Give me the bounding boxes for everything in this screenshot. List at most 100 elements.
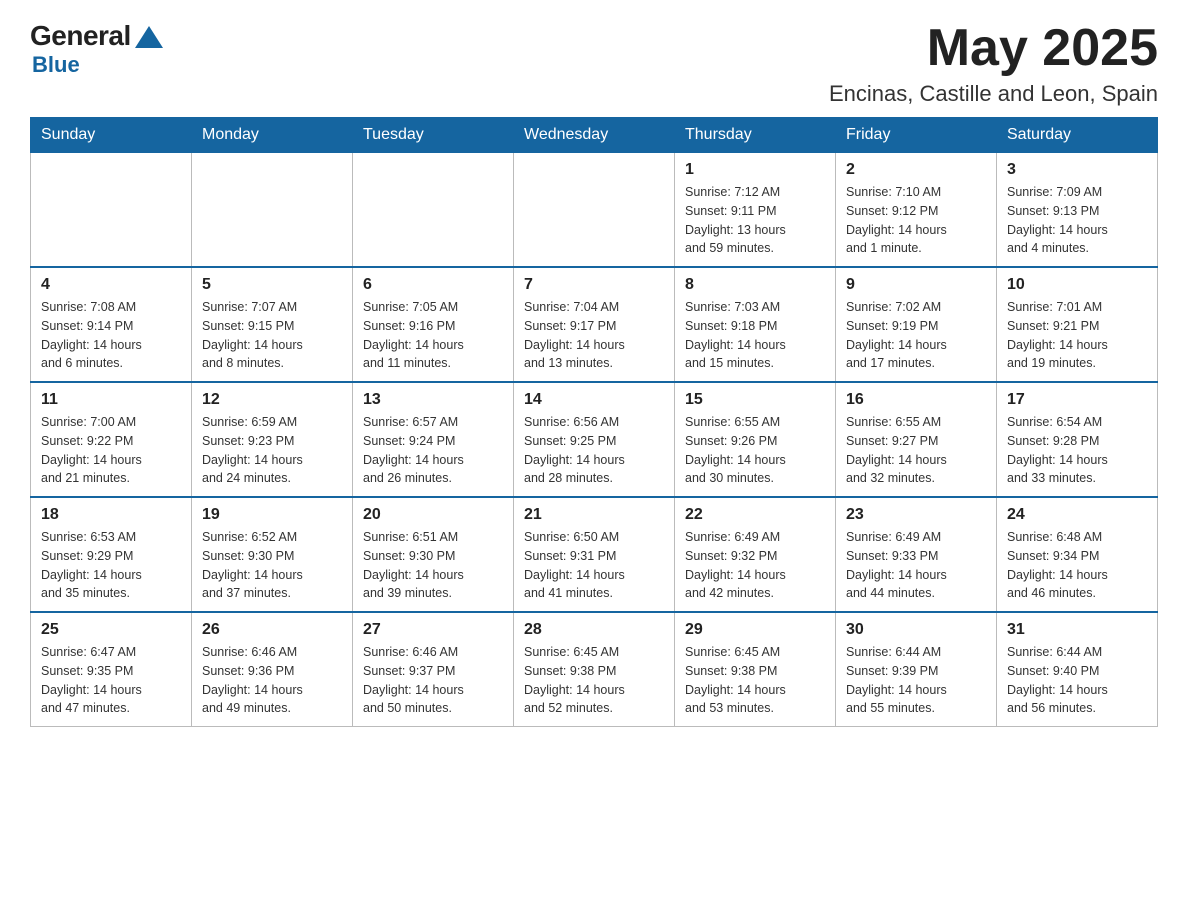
logo: General Blue <box>30 20 165 78</box>
calendar-header-friday: Friday <box>836 118 997 153</box>
day-number: 27 <box>363 621 503 639</box>
calendar-day-9: 9Sunrise: 7:02 AMSunset: 9:19 PMDaylight… <box>836 267 997 382</box>
calendar-day-6: 6 Sunrise: 7:05 AMSunset: 9:16 PMDaylight… <box>353 267 514 382</box>
day-info: Sunrise: 6:47 AMSunset: 9:35 PMDaylight:… <box>41 643 181 718</box>
day-info: Sunrise: 7:00 AMSunset: 9:22 PMDaylight:… <box>41 413 181 488</box>
calendar-week-row: 4 Sunrise: 7:08 AMSunset: 9:14 PMDaylight… <box>31 267 1158 382</box>
calendar-day-14: 14Sunrise: 6:56 AMSunset: 9:25 PMDayligh… <box>514 382 675 497</box>
day-info: Sunrise: 7:04 AMSunset: 9:17 PMDaylight:… <box>524 298 664 373</box>
day-number: 23 <box>846 506 986 524</box>
calendar-day-26: 26Sunrise: 6:46 AMSunset: 9:36 PMDayligh… <box>192 612 353 727</box>
calendar-day-empty <box>31 153 192 268</box>
day-info: Sunrise: 6:50 AMSunset: 9:31 PMDaylight:… <box>524 528 664 603</box>
day-number: 13 <box>363 391 503 409</box>
day-number: 11 <box>41 391 181 409</box>
day-number: 25 <box>41 621 181 639</box>
day-number: 21 <box>524 506 664 524</box>
calendar-day-27: 27 Sunrise: 6:46 AMSunset: 9:37 PMDayligh… <box>353 612 514 727</box>
day-number: 24 <box>1007 506 1147 524</box>
calendar-day-25: 25 Sunrise: 6:47 AMSunset: 9:35 PMDayligh… <box>31 612 192 727</box>
day-info: Sunrise: 7:10 AMSunset: 9:12 PMDaylight:… <box>846 183 986 258</box>
day-number: 15 <box>685 391 825 409</box>
day-info: Sunrise: 7:01 AMSunset: 9:21 PMDaylight:… <box>1007 298 1147 373</box>
calendar-day-24: 24 Sunrise: 6:48 AMSunset: 9:34 PMDayligh… <box>997 497 1158 612</box>
calendar-day-19: 19Sunrise: 6:52 AMSunset: 9:30 PMDayligh… <box>192 497 353 612</box>
calendar-day-8: 8 Sunrise: 7:03 AMSunset: 9:18 PMDaylight… <box>675 267 836 382</box>
day-number: 20 <box>363 506 503 524</box>
calendar-header-thursday: Thursday <box>675 118 836 153</box>
calendar-day-empty <box>353 153 514 268</box>
day-number: 2 <box>846 161 986 179</box>
day-number: 4 <box>41 276 181 294</box>
calendar-day-12: 12 Sunrise: 6:59 AMSunset: 9:23 PMDayligh… <box>192 382 353 497</box>
calendar-day-empty <box>192 153 353 268</box>
day-number: 9 <box>846 276 986 294</box>
calendar-day-21: 21 Sunrise: 6:50 AMSunset: 9:31 PMDayligh… <box>514 497 675 612</box>
calendar-week-row: 11 Sunrise: 7:00 AMSunset: 9:22 PMDayligh… <box>31 382 1158 497</box>
day-info: Sunrise: 6:49 AMSunset: 9:33 PMDaylight:… <box>846 528 986 603</box>
calendar-day-1: 1 Sunrise: 7:12 AMSunset: 9:11 PMDaylight… <box>675 153 836 268</box>
day-number: 10 <box>1007 276 1147 294</box>
day-number: 5 <box>202 276 342 294</box>
day-number: 18 <box>41 506 181 524</box>
calendar-day-4: 4 Sunrise: 7:08 AMSunset: 9:14 PMDaylight… <box>31 267 192 382</box>
day-number: 28 <box>524 621 664 639</box>
calendar-day-18: 18 Sunrise: 6:53 AMSunset: 9:29 PMDayligh… <box>31 497 192 612</box>
day-info: Sunrise: 7:05 AMSunset: 9:16 PMDaylight:… <box>363 298 503 373</box>
day-info: Sunrise: 6:51 AMSunset: 9:30 PMDaylight:… <box>363 528 503 603</box>
calendar-day-20: 20 Sunrise: 6:51 AMSunset: 9:30 PMDayligh… <box>353 497 514 612</box>
calendar-header-tuesday: Tuesday <box>353 118 514 153</box>
day-info: Sunrise: 6:57 AMSunset: 9:24 PMDaylight:… <box>363 413 503 488</box>
day-info: Sunrise: 7:03 AMSunset: 9:18 PMDaylight:… <box>685 298 825 373</box>
calendar-day-23: 23 Sunrise: 6:49 AMSunset: 9:33 PMDayligh… <box>836 497 997 612</box>
day-number: 29 <box>685 621 825 639</box>
calendar-day-28: 28 Sunrise: 6:45 AMSunset: 9:38 PMDayligh… <box>514 612 675 727</box>
logo-general-text: General <box>30 20 131 52</box>
location-title: Encinas, Castille and Leon, Spain <box>829 81 1158 107</box>
month-title: May 2025 <box>829 20 1158 77</box>
day-number: 7 <box>524 276 664 294</box>
day-number: 1 <box>685 161 825 179</box>
calendar-day-2: 2 Sunrise: 7:10 AMSunset: 9:12 PMDaylight… <box>836 153 997 268</box>
calendar-week-row: 1 Sunrise: 7:12 AMSunset: 9:11 PMDaylight… <box>31 153 1158 268</box>
calendar-day-10: 10 Sunrise: 7:01 AMSunset: 9:21 PMDayligh… <box>997 267 1158 382</box>
day-info: Sunrise: 7:12 AMSunset: 9:11 PMDaylight:… <box>685 183 825 258</box>
calendar-header-sunday: Sunday <box>31 118 192 153</box>
page-header: General Blue May 2025 Encinas, Castille … <box>30 20 1158 107</box>
day-info: Sunrise: 6:55 AMSunset: 9:26 PMDaylight:… <box>685 413 825 488</box>
calendar-day-empty <box>514 153 675 268</box>
calendar-table: SundayMondayTuesdayWednesdayThursdayFrid… <box>30 117 1158 727</box>
day-info: Sunrise: 6:54 AMSunset: 9:28 PMDaylight:… <box>1007 413 1147 488</box>
day-number: 3 <box>1007 161 1147 179</box>
day-info: Sunrise: 7:07 AMSunset: 9:15 PMDaylight:… <box>202 298 342 373</box>
day-info: Sunrise: 6:52 AMSunset: 9:30 PMDaylight:… <box>202 528 342 603</box>
day-info: Sunrise: 6:44 AMSunset: 9:39 PMDaylight:… <box>846 643 986 718</box>
day-info: Sunrise: 6:53 AMSunset: 9:29 PMDaylight:… <box>41 528 181 603</box>
day-info: Sunrise: 6:48 AMSunset: 9:34 PMDaylight:… <box>1007 528 1147 603</box>
day-number: 12 <box>202 391 342 409</box>
day-info: Sunrise: 6:44 AMSunset: 9:40 PMDaylight:… <box>1007 643 1147 718</box>
day-number: 26 <box>202 621 342 639</box>
day-number: 8 <box>685 276 825 294</box>
day-info: Sunrise: 7:08 AMSunset: 9:14 PMDaylight:… <box>41 298 181 373</box>
day-info: Sunrise: 6:55 AMSunset: 9:27 PMDaylight:… <box>846 413 986 488</box>
day-info: Sunrise: 6:45 AMSunset: 9:38 PMDaylight:… <box>524 643 664 718</box>
calendar-day-5: 5 Sunrise: 7:07 AMSunset: 9:15 PMDaylight… <box>192 267 353 382</box>
calendar-day-15: 15 Sunrise: 6:55 AMSunset: 9:26 PMDayligh… <box>675 382 836 497</box>
day-number: 14 <box>524 391 664 409</box>
calendar-day-13: 13 Sunrise: 6:57 AMSunset: 9:24 PMDayligh… <box>353 382 514 497</box>
calendar-day-22: 22Sunrise: 6:49 AMSunset: 9:32 PMDayligh… <box>675 497 836 612</box>
calendar-day-17: 17Sunrise: 6:54 AMSunset: 9:28 PMDayligh… <box>997 382 1158 497</box>
calendar-week-row: 18 Sunrise: 6:53 AMSunset: 9:29 PMDayligh… <box>31 497 1158 612</box>
day-info: Sunrise: 6:45 AMSunset: 9:38 PMDaylight:… <box>685 643 825 718</box>
day-info: Sunrise: 6:59 AMSunset: 9:23 PMDaylight:… <box>202 413 342 488</box>
day-number: 6 <box>363 276 503 294</box>
calendar-day-7: 7 Sunrise: 7:04 AMSunset: 9:17 PMDaylight… <box>514 267 675 382</box>
calendar-header-monday: Monday <box>192 118 353 153</box>
title-area: May 2025 Encinas, Castille and Leon, Spa… <box>829 20 1158 107</box>
day-info: Sunrise: 7:09 AMSunset: 9:13 PMDaylight:… <box>1007 183 1147 258</box>
calendar-header-row: SundayMondayTuesdayWednesdayThursdayFrid… <box>31 118 1158 153</box>
day-info: Sunrise: 6:46 AMSunset: 9:37 PMDaylight:… <box>363 643 503 718</box>
day-number: 22 <box>685 506 825 524</box>
day-number: 31 <box>1007 621 1147 639</box>
